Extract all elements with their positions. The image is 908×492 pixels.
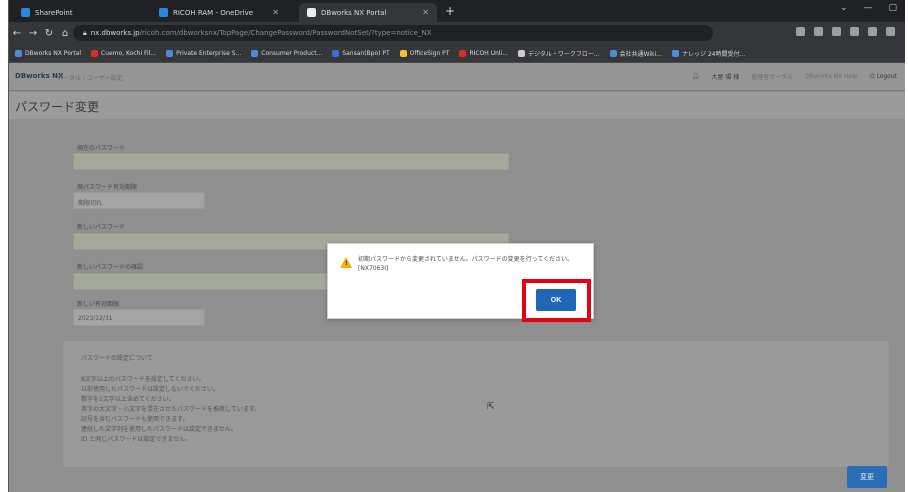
current-expiry-value: 期限切れ	[73, 192, 205, 209]
reload-icon[interactable]: ↻	[41, 28, 57, 39]
bookmark-icon	[332, 49, 340, 57]
bookmark-label: ナレッジ 24時間受付...	[681, 50, 746, 58]
bookmark-item[interactable]: Cuemo, Kochi Fil...	[91, 49, 157, 57]
notice-line: 8文字以上のパスワードを設定してください。	[81, 376, 205, 383]
notice-line: 記号を含むパスワードも使用できます。	[81, 416, 189, 423]
logout-label: Logout	[876, 72, 897, 80]
notice-list: 8文字以上のパスワードを設定してください。 以前使用したパスワードは設定しないで…	[81, 375, 260, 445]
dbworks-icon	[307, 8, 316, 17]
admin-link[interactable]: 管理者ポータル	[751, 72, 793, 81]
bookmark-item[interactable]: Sansan(Bpo) PT	[332, 49, 390, 57]
extension-icons	[796, 27, 895, 36]
sidebar-icon[interactable]	[868, 27, 877, 36]
bookmark-item[interactable]: Consumer Product...	[251, 49, 323, 57]
dialog-message: 初期パスワードから変更されていません。パスワードの変更を行ってください。[NX7…	[358, 256, 574, 272]
tab-strip: SharePoint RICOH RAM - OneDrive ✕ DBwork…	[9, 0, 905, 22]
current-expiry-label: 現パスワード有効期限	[77, 184, 138, 191]
lock-icon: 🔒︎	[83, 28, 87, 37]
user-area: 👤︎ 大屋 陽 様 管理者ポータル DBworks NX Help ⏻ Logo…	[691, 72, 897, 82]
address-bar[interactable]: 🔒︎ nx.dbworks.jp /ricoh.com/dbworksnx/To…	[73, 25, 713, 41]
notice-title: パスワードの設定について	[81, 355, 153, 362]
mouse-cursor-icon: ⇱	[487, 402, 495, 412]
close-icon[interactable]: ✕	[422, 8, 429, 17]
app-header: DBworks NX ポータル / ユーザー設定 👤︎ 大屋 陽 様 管理者ポー…	[9, 63, 905, 91]
breadcrumb: ポータル / ユーザー設定	[57, 75, 123, 82]
password-notice: パスワードの設定について 8文字以上のパスワードを設定してください。 以前使用し…	[63, 341, 889, 467]
new-password-confirm-label: 新しいパスワードの確認	[77, 264, 144, 271]
bookmark-item[interactable]: Private Enterprise S...	[166, 49, 242, 57]
bookmark-label: Private Enterprise S...	[176, 49, 242, 57]
bookmark-icon	[459, 49, 467, 57]
bookmark-icon	[609, 49, 617, 57]
new-password-label: 新しいパスワード	[77, 224, 126, 231]
new-expiry-label: 新しい有効期限	[77, 301, 120, 308]
bookmarks-bar: DBworks NX Portal Cuemo, Kochi Fil... Pr…	[9, 44, 905, 63]
bookmark-icon	[517, 49, 525, 57]
notice-line: 英字の大文字・小文字を混在させたパスワードを推奨しています。	[81, 406, 261, 413]
notice-line: 連続した文字列を使用したパスワードは設定できません。	[81, 426, 237, 433]
bookmark-item[interactable]: ナレッジ 24時間受付...	[671, 49, 746, 58]
help-link[interactable]: DBworks NX Help	[805, 73, 857, 80]
chevron-down-icon[interactable]: ⌄	[840, 3, 848, 13]
new-expiry-value: 2023/12/31	[73, 309, 205, 326]
bookmark-item[interactable]: RICOH Unli...	[459, 49, 508, 57]
bookmark-icon	[251, 49, 259, 57]
bookmark-icon	[671, 49, 679, 57]
tab-label: SharePoint	[35, 8, 73, 17]
sharepoint-icon	[21, 8, 30, 17]
new-tab-button[interactable]: +	[445, 4, 455, 18]
puzzle-icon[interactable]	[850, 27, 859, 36]
current-password-field[interactable]	[73, 153, 509, 170]
window-controls: ⌄ — ▢	[840, 3, 897, 13]
profile-icon[interactable]	[886, 27, 895, 36]
user-name[interactable]: 大屋 陽 様	[711, 72, 739, 81]
bookmark-label: Consumer Product...	[261, 49, 323, 57]
bookmark-label: RICOH Unli...	[469, 49, 508, 57]
minimize-icon[interactable]: —	[863, 3, 872, 13]
user-icon: 👤︎	[691, 73, 700, 80]
tab-sharepoint[interactable]: SharePoint	[13, 3, 131, 22]
ok-button[interactable]: OK	[536, 289, 576, 311]
notice-line: ID と同じパスワードは設定できません。	[81, 436, 192, 443]
bookmark-icon	[91, 49, 99, 57]
warning-icon: !	[340, 257, 352, 268]
bookmark-item[interactable]: OfficeSign PT	[399, 49, 450, 57]
page-title-bar: パスワード変更	[9, 92, 905, 119]
onedrive-icon	[159, 8, 168, 17]
forward-icon[interactable]: →	[25, 28, 41, 39]
bookmark-icon	[166, 49, 174, 57]
bookmark-label: Sansan(Bpo) PT	[342, 49, 390, 57]
close-icon[interactable]: ✕	[272, 8, 279, 17]
bookmark-label: デジタル・ワークフロー...	[527, 50, 600, 58]
bookmark-icon	[399, 49, 407, 57]
current-password-label: 現在のパスワード	[77, 145, 126, 152]
tab-label: DBworks NX Portal	[321, 8, 387, 17]
bookmark-icon	[15, 49, 22, 57]
page-title: パスワード変更	[15, 100, 100, 114]
tab-onedrive[interactable]: RICOH RAM - OneDrive ✕	[151, 3, 287, 22]
star-icon[interactable]	[814, 27, 823, 36]
bookmark-label: DBworks NX Portal	[25, 49, 82, 57]
browser-toolbar: ← → ↻ ⌂ 🔒︎ nx.dbworks.jp /ricoh.com/dbwo…	[9, 22, 905, 44]
bookmark-item[interactable]: 会社共通Wiki...	[609, 49, 662, 58]
extension-icon[interactable]	[832, 27, 841, 36]
share-icon[interactable]	[796, 27, 805, 36]
url-path: /ricoh.com/dbworksnx/TopPage/ChangePassw…	[139, 29, 432, 37]
tab-dbworks[interactable]: DBworks NX Portal ✕	[299, 3, 437, 22]
logout-link[interactable]: ⏻ Logout	[870, 73, 897, 81]
back-icon[interactable]: ←	[9, 28, 25, 39]
notice-line: 数字を1文字以上含めてください。	[81, 396, 175, 403]
home-icon[interactable]: ⌂	[57, 28, 73, 39]
bookmark-item[interactable]: DBworks NX Portal	[15, 49, 82, 57]
url-host: nx.dbworks.jp	[90, 29, 140, 37]
tab-label: RICOH RAM - OneDrive	[173, 8, 254, 17]
bookmark-item[interactable]: デジタル・ワークフロー...	[517, 49, 600, 58]
change-password-button[interactable]: 変更	[847, 466, 887, 488]
bookmark-label: 会社共通Wiki...	[619, 50, 662, 58]
notice-line: 以前使用したパスワードは設定しないでください。	[81, 386, 219, 393]
maximize-icon[interactable]: ▢	[888, 3, 897, 13]
bookmark-label: Cuemo, Kochi Fil...	[101, 49, 157, 57]
bookmark-label: OfficeSign PT	[409, 49, 450, 57]
